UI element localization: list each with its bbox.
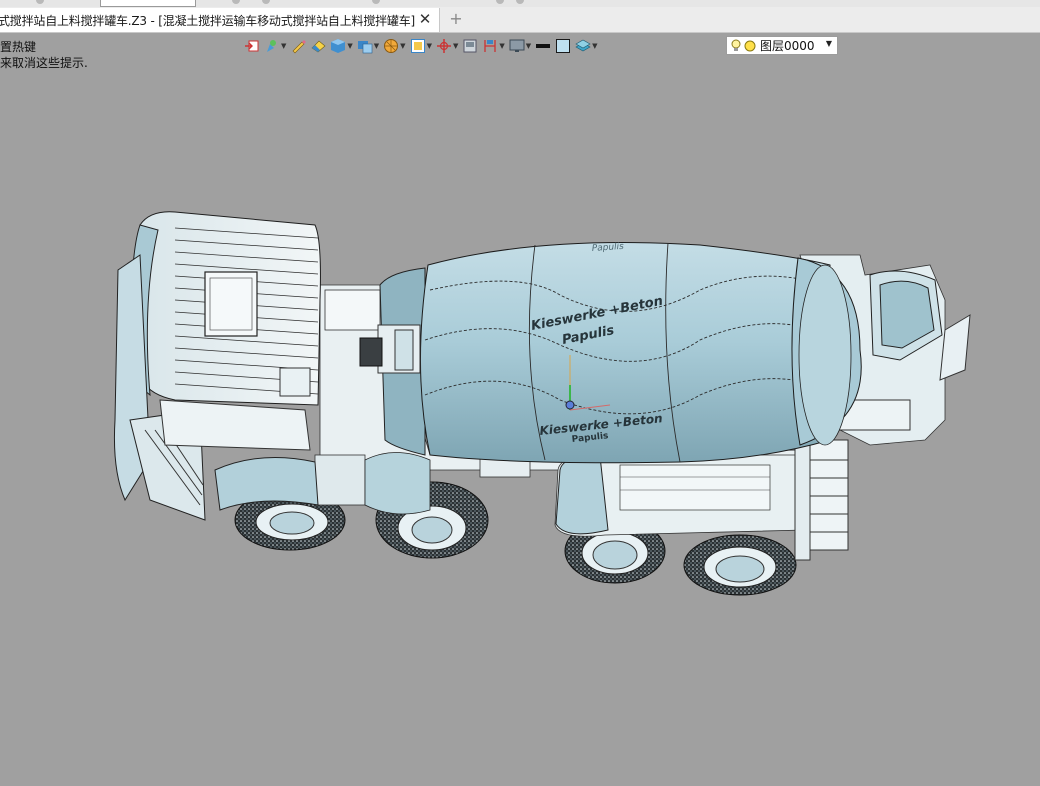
mixer-truck-model: Kieswerke +Beton Papulis Kieswerke +Beto… — [113, 211, 971, 596]
solid-button[interactable]: ▼ — [330, 36, 353, 56]
chevron-down-icon[interactable]: ▼ — [347, 42, 352, 50]
view-toolbar: ▼ ▼ ▼ ▼ ▼ ▼ ▼ ▼ ▼ — [244, 35, 602, 57]
document-tab-bar: 式搅拌站自上料搅拌罐车.Z3 - [混凝土搅拌运输车移动式搅拌站自上料搅拌罐车]… — [0, 7, 1040, 33]
view-button[interactable]: ▼ — [357, 36, 379, 56]
chevron-down-icon[interactable]: ▼ — [453, 42, 458, 50]
chevron-down-icon[interactable]: ▼ — [592, 42, 597, 50]
document-tab[interactable]: 式搅拌站自上料搅拌罐车.Z3 - [混凝土搅拌运输车移动式搅拌站自上料搅拌罐车]… — [0, 8, 440, 32]
quick-access-icon[interactable] — [36, 0, 44, 4]
undo-icon[interactable] — [232, 0, 240, 4]
eraser-icon — [311, 40, 326, 53]
cube-icon — [331, 39, 346, 53]
pen-icon — [267, 40, 276, 52]
zoom-button[interactable]: ▼ — [410, 36, 432, 56]
cab-roof-hatch — [204, 271, 258, 337]
hint-line-hotkeys: 置热键 — [0, 40, 37, 54]
insert-icon — [245, 40, 259, 52]
axis-icon — [436, 39, 451, 53]
filter-dropdown[interactable] — [100, 0, 196, 7]
chevron-down-icon[interactable]: ▼ — [400, 42, 405, 50]
layer-color-icon — [744, 40, 756, 51]
render-button[interactable]: ▼ — [383, 36, 406, 56]
chevron-down-icon[interactable]: ▼ — [526, 42, 531, 50]
rear-ladder — [809, 439, 849, 551]
chevron-down-icon[interactable]: ▼ — [374, 42, 379, 50]
dimension-button[interactable]: ▼ — [482, 36, 505, 56]
hint-line-dismiss: 来取消这些提示. — [0, 56, 88, 70]
insert-button[interactable] — [244, 36, 260, 56]
chevron-down-icon[interactable]: ▼ — [499, 42, 504, 50]
section-icon — [463, 39, 477, 53]
document-tab-title: 式搅拌站自上料搅拌罐车.Z3 - [混凝土搅拌运输车移动式搅拌站自上料搅拌罐车] — [0, 13, 415, 28]
3d-viewport[interactable]: Kieswerke +Beton Papulis Kieswerke +Beto… — [0, 33, 1040, 786]
select-icon[interactable] — [372, 0, 380, 4]
fill-color-icon — [556, 39, 571, 53]
pencil-icon — [292, 40, 307, 54]
pencil-button[interactable] — [290, 36, 307, 56]
axis-button[interactable]: ▼ — [436, 36, 458, 56]
fill-color-button[interactable] — [555, 36, 571, 56]
sphere-icon — [384, 39, 399, 53]
sketch-tool-button[interactable]: ▼ — [264, 36, 286, 56]
dimension-icon — [484, 40, 496, 52]
bulb-icon[interactable] — [731, 39, 741, 53]
chevron-down-icon[interactable]: ▼ — [826, 39, 832, 48]
layer-manager-button[interactable]: ▼ — [575, 36, 598, 56]
line-color-icon — [536, 44, 551, 48]
line-color-button[interactable] — [535, 36, 551, 56]
view-cube-icon — [357, 41, 373, 54]
chevron-down-icon[interactable]: ▼ — [281, 42, 286, 50]
layer-select-value: 图层0000 — [760, 39, 815, 53]
layer-stack-icon — [575, 39, 591, 52]
monitor-icon — [509, 39, 525, 52]
chevron-down-icon[interactable]: ▼ — [427, 42, 432, 50]
section-button[interactable] — [462, 36, 478, 56]
grid-icon[interactable] — [516, 0, 524, 4]
truck-cab — [113, 211, 321, 521]
display-button[interactable]: ▼ — [509, 36, 531, 56]
redo-icon[interactable] — [262, 0, 270, 4]
eraser-button[interactable] — [310, 36, 326, 56]
close-icon[interactable]: ✕ — [417, 11, 433, 27]
snap-icon[interactable] — [496, 0, 504, 4]
layer-select[interactable]: 图层0000 ▼ — [726, 36, 838, 55]
plus-icon[interactable]: + — [449, 11, 463, 27]
zoom-window-icon — [410, 39, 425, 53]
